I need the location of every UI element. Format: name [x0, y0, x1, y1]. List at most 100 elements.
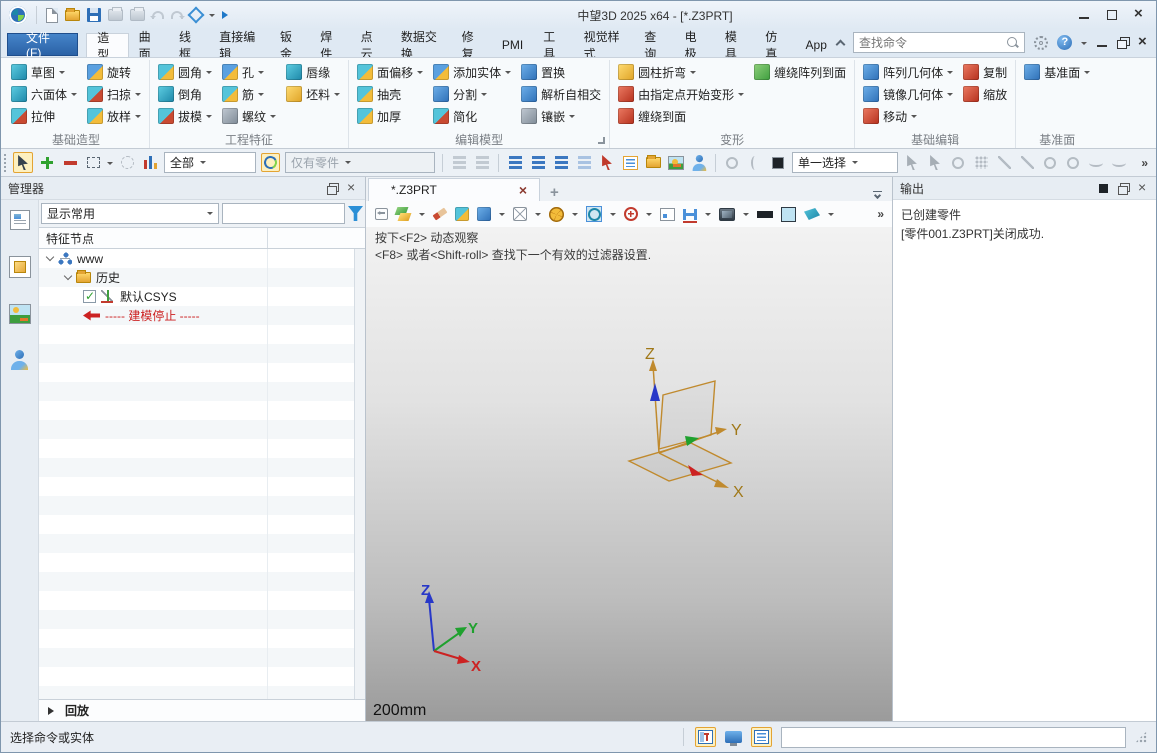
copy-button[interactable]: 复制	[960, 61, 1010, 83]
tab-tools[interactable]: 工具	[533, 30, 573, 61]
shaded-cube-icon[interactable]	[477, 207, 491, 221]
tab-point-cloud[interactable]: 点云	[351, 30, 391, 61]
command-list-button[interactable]	[621, 153, 639, 173]
tree-node-root[interactable]: www	[39, 249, 365, 268]
doc-restore-icon[interactable]	[1117, 36, 1130, 49]
tab-close-icon[interactable]: ×	[519, 183, 527, 197]
state-tool-button-1[interactable]	[506, 153, 524, 173]
open-file-icon[interactable]	[65, 7, 80, 21]
playback-section[interactable]: 回放	[39, 699, 365, 721]
user-view-button[interactable]	[690, 153, 708, 173]
manager-restore-icon[interactable]	[327, 182, 339, 195]
draft-button[interactable]: 拔模	[155, 105, 215, 127]
document-tab[interactable]: *.Z3PRT ×	[368, 178, 540, 201]
tab-electrode[interactable]: 电极	[675, 30, 715, 61]
pick-tool-button[interactable]	[903, 153, 921, 173]
sweep-button[interactable]: 扫掠	[84, 83, 144, 105]
pick-point-button[interactable]	[926, 153, 944, 173]
settings-gear-icon[interactable]	[1034, 35, 1048, 50]
tab-sheet-metal[interactable]: 钣金	[270, 30, 310, 61]
display-monitor-icon[interactable]	[719, 207, 735, 221]
user-manager-icon[interactable]	[10, 350, 30, 370]
tree-node-csys[interactable]: 默认CSYS	[39, 287, 365, 306]
manager-scrollbar[interactable]	[354, 249, 365, 699]
target-crosshair-icon[interactable]	[624, 207, 638, 221]
filter-select[interactable]: 全部	[164, 152, 256, 173]
stop-arrow-icon[interactable]	[83, 310, 100, 321]
chevron-down-icon[interactable]	[705, 213, 711, 219]
help-dropdown-icon[interactable]	[1081, 41, 1087, 48]
circle-button[interactable]	[1064, 153, 1082, 173]
output-close-icon[interactable]	[1138, 179, 1149, 195]
exit-back-icon[interactable]	[375, 208, 388, 220]
fillet-button[interactable]: 圆角	[155, 61, 215, 83]
eraser-icon[interactable]	[432, 207, 448, 221]
dialog-launcher-icon[interactable]	[598, 137, 606, 144]
dialog-toggle-active[interactable]	[695, 727, 716, 747]
print-icon[interactable]	[108, 7, 123, 21]
box-select-button[interactable]	[84, 153, 102, 173]
shell-button[interactable]: 抽壳	[354, 83, 426, 105]
close-icon[interactable]	[1134, 5, 1146, 22]
add-shape-button[interactable]: 添加实体	[430, 61, 514, 83]
wrap-to-face-button[interactable]: 缠绕到面	[615, 105, 747, 127]
resolve-self-intersection-button[interactable]: 解析自相交	[518, 83, 604, 105]
command-search-input[interactable]	[859, 35, 1007, 50]
thicken-button[interactable]: 加厚	[354, 105, 426, 127]
tree-node-history[interactable]: 历史	[39, 268, 365, 287]
state-tool-button-2[interactable]	[529, 153, 547, 173]
doc-close-icon[interactable]	[1138, 33, 1150, 50]
maximize-icon[interactable]	[1106, 9, 1118, 21]
black-bar-icon[interactable]	[757, 210, 773, 218]
chamfer-button[interactable]: 倒角	[155, 83, 215, 105]
tab-inquire[interactable]: 查询	[634, 30, 674, 61]
lip-button[interactable]: 唇缘	[283, 61, 343, 83]
play-button[interactable]	[949, 153, 967, 173]
viewport-window-icon[interactable]	[660, 207, 675, 221]
output-restore-icon[interactable]	[1118, 182, 1130, 195]
scale-button[interactable]: 缩放	[960, 83, 1010, 105]
image-folder-button[interactable]	[644, 153, 662, 173]
revolve-button[interactable]: 旋转	[84, 61, 144, 83]
tab-weldment[interactable]: 焊件	[310, 30, 350, 61]
curve-button[interactable]	[1110, 153, 1128, 173]
tab-shape[interactable]: 造型	[86, 31, 129, 62]
tab-list-dropdown-icon[interactable]	[873, 190, 892, 202]
datum-plane-button[interactable]: 基准面	[1021, 61, 1093, 83]
selection-filter-button[interactable]	[141, 153, 159, 173]
replace-button[interactable]: 置换	[518, 61, 604, 83]
remove-entity-button[interactable]	[61, 153, 79, 173]
state-tool-button-4[interactable]	[575, 153, 593, 173]
chevron-down-icon[interactable]	[419, 213, 425, 219]
tab-data-exchange[interactable]: 数据交换	[391, 30, 452, 61]
chevron-down-icon[interactable]	[743, 213, 749, 219]
new-file-icon[interactable]	[46, 7, 58, 23]
tab-simulation[interactable]: 仿真	[755, 30, 795, 61]
filter-funnel-icon[interactable]	[348, 206, 363, 221]
wireframe-cube-icon[interactable]	[513, 207, 527, 221]
help-icon[interactable]	[1057, 35, 1072, 50]
chevron-down-icon[interactable]	[535, 213, 541, 219]
circle-point-button[interactable]	[1041, 153, 1059, 173]
mirror-geometry-button[interactable]: 镜像几何体	[860, 83, 956, 105]
move-button[interactable]: 移动	[860, 105, 956, 127]
output-stop-icon[interactable]	[1098, 183, 1109, 194]
chevron-down-icon[interactable]	[499, 213, 505, 219]
print-convert-icon[interactable]	[130, 7, 145, 21]
tree-node-stop-marker[interactable]: ----- 建模停止 -----	[39, 306, 365, 325]
feature-manager-icon[interactable]	[9, 210, 30, 230]
toolbar-overflow-icon[interactable]: »	[1141, 156, 1153, 170]
thread-button[interactable]: 螺纹	[219, 105, 279, 127]
quick-access-dropdown-icon[interactable]	[209, 14, 215, 20]
deform-from-point-button[interactable]: 由指定点开始变形	[615, 83, 747, 105]
wrap-pattern-to-face-button[interactable]: 缠绕阵列到面	[751, 61, 849, 83]
face-offset-button[interactable]: 面偏移	[354, 61, 426, 83]
tab-repair[interactable]: 修复	[452, 30, 492, 61]
section-view-icon[interactable]	[683, 207, 697, 223]
point-cloud-button[interactable]	[972, 153, 990, 173]
resize-grip-icon[interactable]	[1135, 731, 1147, 743]
tab-visual-style[interactable]: 视觉样式	[574, 30, 635, 61]
box-select-dropdown-icon[interactable]	[107, 161, 113, 168]
regen-icon[interactable]	[187, 6, 205, 24]
divide-button[interactable]: 分割	[430, 83, 514, 105]
